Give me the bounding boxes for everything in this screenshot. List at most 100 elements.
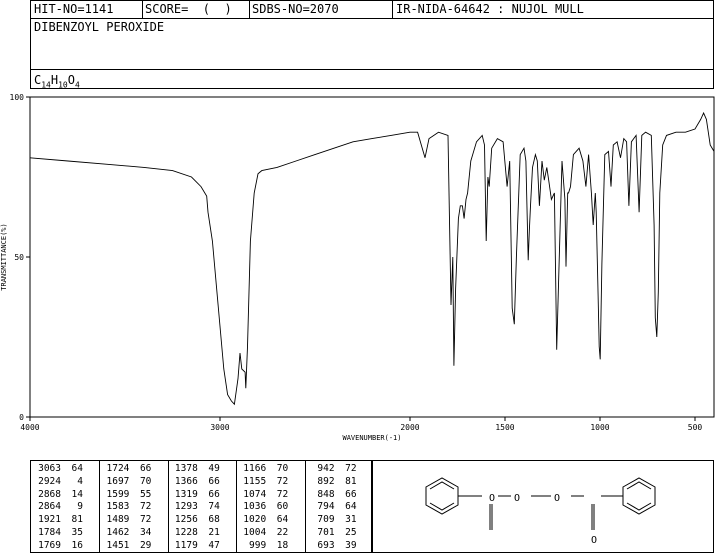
peak-wavenumber: 1724 [106,463,130,474]
peak-transmittance: 66 [208,475,220,487]
peak-wavenumber: 1228 [174,526,198,538]
peak-row: 709 31 [307,514,356,527]
peak-column: 1378 49 1366 66 1319 66 1293 74 1256 68 1228 21 1179… [170,463,220,553]
peak-wavenumber: 3063 [38,463,61,474]
peak-wavenumber: 1462 [106,526,130,538]
peak-row: 1155 72 [238,476,288,489]
peak-wavenumber: 1036 [243,501,267,513]
plot-frame [29,96,715,418]
peak-transmittance: 16 [71,539,83,551]
peak-transmittance: 21 [208,526,220,538]
peak-row: 2868 14 [33,489,83,502]
peak-transmittance: 68 [208,514,220,526]
x-tick-label: 500 [688,423,703,432]
peak-row: 1921 81 [33,514,83,527]
peak-row: 1583 72 [101,501,152,514]
peak-row: 794 64 [307,501,357,514]
peak-transmittance: 55 [139,488,152,500]
peak-transmittance: 35 [71,526,83,538]
peak-wavenumber: 2864 [38,501,61,513]
y-tick-label: 0 [19,413,24,422]
peak-wavenumber: 1074 [243,488,267,500]
peak-wavenumber: 1583 [106,501,130,513]
peak-row: 892 81 [307,475,357,489]
peak-column: 1166 70 1155 72 1074 72 1036 60 1020 64 1004 22 999 1… [238,463,288,553]
peak-transmittance: 72 [139,501,152,513]
peak-wavenumber: 1769 [38,539,61,551]
x-axis-label: WAVENUMBER(-1) [342,434,401,442]
peak-row: 1074 72 [238,489,288,502]
peak-wavenumber: 709 [317,514,335,526]
peak-row: 3063 64 [33,463,83,476]
peak-column: 1724 66 1697 70 1599 55 1583 72 1489 72 1462 34 1451… [101,463,152,553]
peak-row: 1724 66 [101,463,152,476]
peak-wavenumber: 1179 [174,539,198,551]
peak-column: 942 72 892 81 848 66 794 64 709 31 701 25 693 39 [307,463,357,553]
peak-transmittance: 72 [345,463,357,474]
x-tick-label: 1500 [495,423,514,432]
peak-row: 1166 70 [238,463,288,476]
peak-transmittance: 81 [71,514,83,526]
peak-wavenumber: 701 [317,526,335,538]
carbonyl-oxygen-right: O [591,535,597,546]
peak-transmittance: 47 [208,539,220,551]
peak-column: 3063 64 2924 4 2868 14 2864 9 1921 81 1784 35 1769 16 [33,463,83,553]
peak-transmittance: 60 [276,501,289,513]
ir-spectrum-chart: 4000 3000 2000 1500 1000 500 0 50 100 WAVENUMBER… [0,93,715,442]
peak-wavenumber: 848 [317,488,335,500]
peak-row: 1256 68 [170,514,220,527]
peak-transmittance: 66 [208,488,220,500]
peak-transmittance: 64 [276,514,289,526]
peak-row: 1036 60 [238,501,288,514]
peak-row: 1179 47 [170,540,220,553]
peak-row: 1378 49 [170,463,220,476]
y-axis-label: TRANSMITTANCE(%) [0,223,8,290]
peak-transmittance: 49 [208,463,220,474]
peak-wavenumber: 892 [317,475,335,487]
peak-wavenumber: 1020 [243,514,267,526]
peak-wavenumber: 1697 [106,475,130,487]
peak-row: 1784 35 [33,527,83,540]
peak-transmittance: 70 [276,463,289,474]
peak-row: 1228 21 [170,527,220,540]
peak-transmittance: 22 [276,526,289,538]
peak-wavenumber: 999 [249,539,267,551]
peak-wavenumber: 942 [317,463,335,474]
peroxide-oxygen-1: O [514,493,520,504]
peak-transmittance: 64 [345,501,357,513]
x-tick-label: 4000 [20,423,39,432]
peak-wavenumber: 2924 [38,475,61,487]
peak-wavenumber: 1319 [174,488,198,500]
peak-row: 1451 29 [101,540,152,553]
peak-wavenumber: 1489 [106,514,130,526]
structure-panel: O O O O [372,460,714,553]
peak-column-divider [304,461,306,552]
peak-row: 1293 74 [170,501,220,514]
peak-transmittance: 4 [77,475,83,487]
y-tick-label: 100 [10,93,25,102]
peak-wavenumber: 2868 [38,488,61,500]
peak-row: 2924 4 [33,476,83,489]
peak-wavenumber: 693 [317,539,335,551]
x-tick-label: 3000 [210,423,229,432]
peak-transmittance: 25 [345,526,357,538]
peak-row: 1599 55 [101,488,152,502]
y-tick-label: 50 [14,253,24,262]
peak-row: 1697 70 [101,475,152,489]
peak-wavenumber: 1378 [174,463,198,474]
x-tick-label: 1000 [590,423,609,432]
peak-row: 2864 9 [33,501,83,514]
peak-transmittance: 39 [345,539,357,551]
structure-diagram: O O O O [425,477,656,546]
peak-transmittance: 81 [345,475,357,487]
peak-row: 848 66 [307,488,357,502]
peak-row: 1004 22 [238,527,288,540]
peak-transmittance: 72 [276,488,289,500]
peak-wavenumber: 1784 [38,526,61,538]
peak-wavenumber: 1366 [174,475,198,487]
x-tick-label: 2000 [400,423,419,432]
peak-transmittance: 64 [71,463,83,474]
peak-transmittance: 66 [345,488,357,500]
peak-wavenumber: 1599 [106,488,130,500]
peak-transmittance: 18 [276,539,289,551]
